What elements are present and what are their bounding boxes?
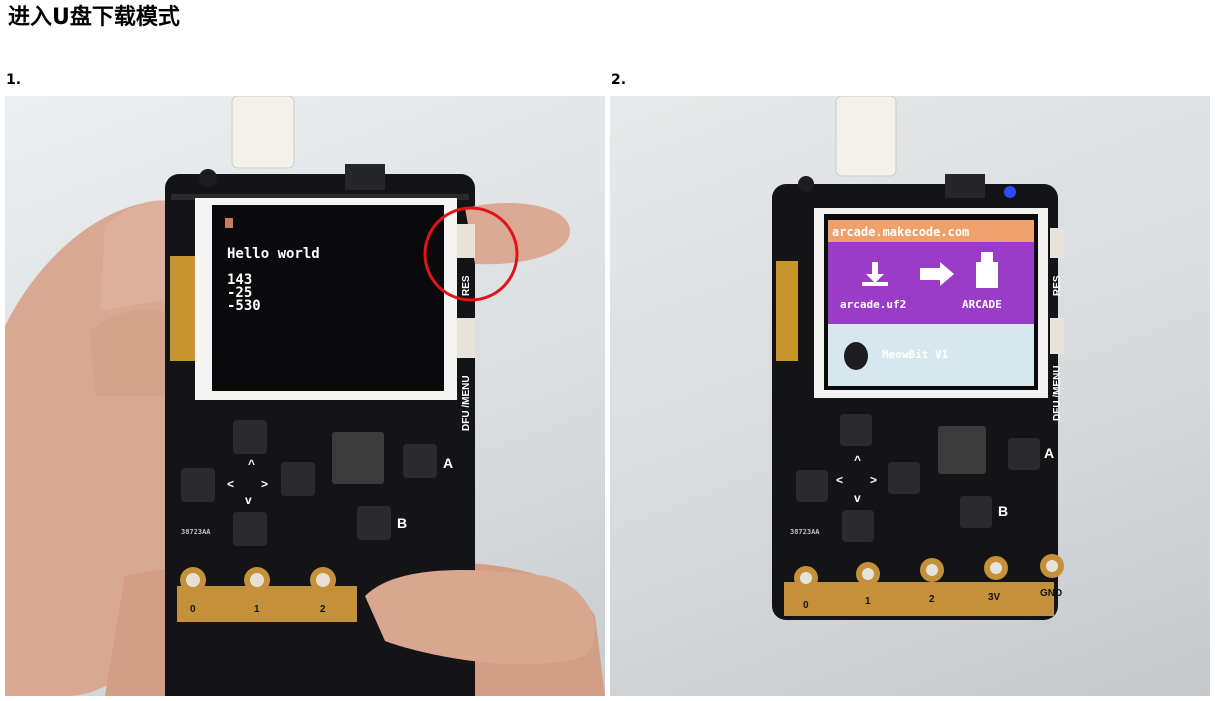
step-2-illustration: arcade.makecode.com arcade.uf2 ARCADE Me… (772, 96, 1064, 620)
button-a[interactable] (403, 444, 437, 478)
audio-jack (199, 169, 217, 187)
usb-cable (835, 96, 897, 177)
screen-panel (828, 242, 1034, 324)
speaker (938, 426, 986, 474)
pin-1-label: 1 (865, 596, 871, 607)
dpad-down[interactable] (233, 512, 267, 546)
pin-0-label: 0 (803, 600, 809, 611)
usb-cable (231, 96, 295, 169)
menu-button[interactable] (457, 318, 475, 358)
page-title: 进入U盘下载模式 (8, 5, 180, 30)
usb-drive-icon (981, 252, 993, 262)
power-switch (945, 174, 985, 198)
reset-label: RES (461, 275, 472, 296)
cat-icon (844, 342, 868, 370)
step-2-photo: arcade.makecode.com arcade.uf2 ARCADE Me… (610, 96, 1210, 696)
dpad-up[interactable] (840, 414, 872, 446)
reset-button[interactable] (1050, 228, 1064, 258)
dpad-right[interactable] (888, 462, 920, 494)
button-b[interactable] (960, 496, 992, 528)
button-b-label: B (397, 515, 407, 531)
menu-button[interactable] (1050, 318, 1064, 354)
pin-0-label: 0 (190, 604, 196, 615)
dpad-arrow-up: ^ (248, 457, 255, 471)
button-a-label: A (1044, 445, 1054, 461)
speaker (332, 432, 384, 484)
button-b[interactable] (357, 506, 391, 540)
battery-strip (776, 261, 798, 361)
dpad-arrow-down: v (854, 491, 861, 505)
screen-sprite (225, 218, 233, 228)
dpad-arrow-right: > (870, 473, 877, 487)
pin-gnd-label: GND (1040, 588, 1062, 599)
reset-label: RES (1052, 275, 1063, 296)
dpad-arrow-right: > (261, 477, 268, 491)
audio-jack (798, 176, 814, 192)
screen-line-1: Hello world (227, 246, 320, 262)
pin-2-label: 2 (320, 604, 326, 615)
pin-2-label: 2 (929, 594, 935, 605)
status-led (1004, 186, 1016, 198)
power-switch (345, 164, 385, 190)
step-1-label: 1. (6, 72, 22, 88)
dpad-left[interactable] (796, 470, 828, 502)
step-1-illustration: Hello world 143 -25 -530 RES DFU /MENU ^… (5, 96, 605, 696)
button-a-label: A (443, 455, 453, 471)
screen-line-4: -530 (227, 298, 261, 314)
dpad-arrow-up: ^ (854, 453, 861, 467)
screen-filename: arcade.uf2 (840, 298, 906, 311)
menu-label: DFU /MENU (1052, 365, 1063, 421)
dpad-down[interactable] (842, 510, 874, 542)
silkscreen-code: 38723AA (790, 528, 820, 536)
step-1-photo: Hello world 143 -25 -530 RES DFU /MENU ^… (5, 96, 605, 696)
screen-url: arcade.makecode.com (832, 225, 969, 239)
pin-1-label: 1 (254, 604, 260, 615)
menu-label: DFU /MENU (461, 375, 472, 431)
dpad-arrow-left: < (227, 477, 234, 491)
dpad-arrow-down: v (245, 493, 252, 507)
dpad-arrow-left: < (836, 473, 843, 487)
reset-button[interactable] (457, 224, 475, 258)
button-a[interactable] (1008, 438, 1040, 470)
screen-device-name: MeowBit V1 (882, 348, 949, 361)
silkscreen-code: 38723AA (181, 528, 211, 536)
step-2-label: 2. (611, 72, 627, 88)
edge-connector (784, 582, 1054, 616)
dpad-up[interactable] (233, 420, 267, 454)
dpad-left[interactable] (181, 468, 215, 502)
button-b-label: B (998, 503, 1008, 519)
screen-drive-name: ARCADE (962, 298, 1002, 311)
dpad-right[interactable] (281, 462, 315, 496)
edge-connector (177, 586, 357, 622)
pin-3v-label: 3V (988, 592, 1001, 603)
